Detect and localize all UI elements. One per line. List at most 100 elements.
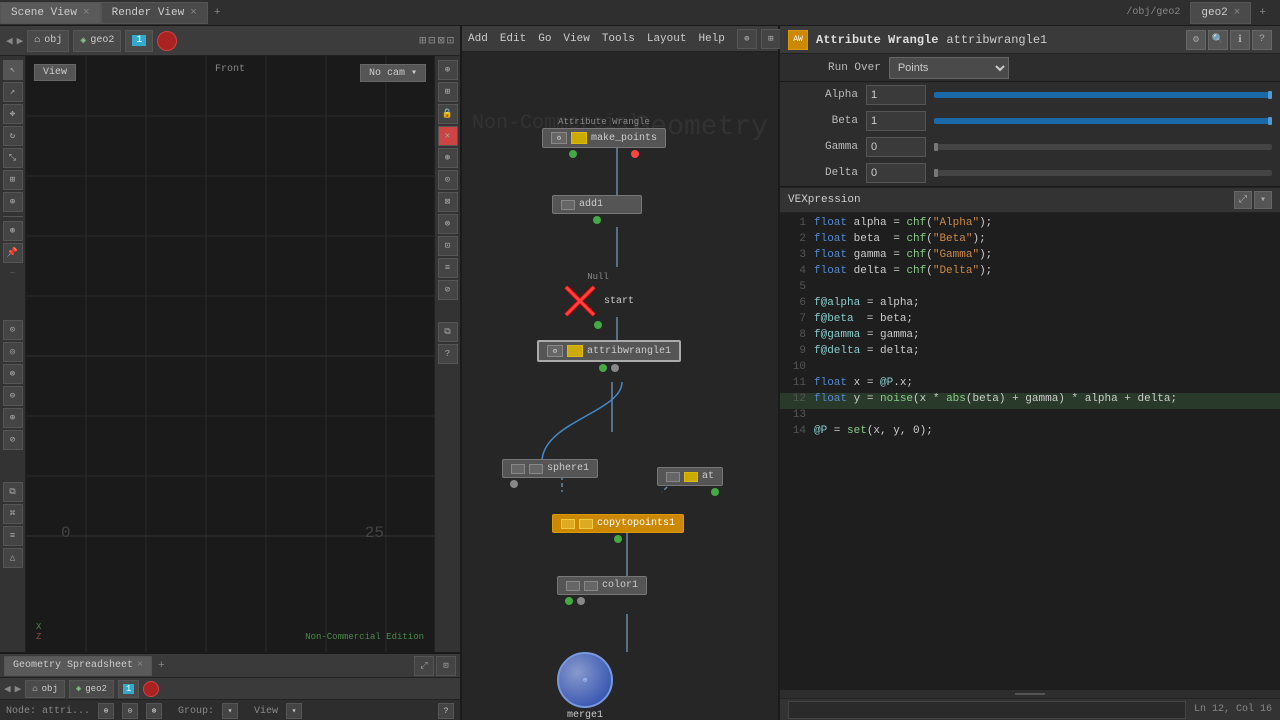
scene-view-tab-close[interactable]: × — [83, 7, 90, 19]
network-tab[interactable]: geo2 × — [1190, 2, 1251, 24]
view-menu[interactable]: View — [563, 33, 589, 45]
view-select-btn[interactable]: ▾ — [286, 703, 302, 719]
vex-dropdown-btn[interactable]: ▾ — [1254, 191, 1272, 209]
bottom-nav-back[interactable]: ◀ — [4, 682, 11, 696]
tool-vis3[interactable]: ⊗ — [3, 364, 23, 384]
bottom-record[interactable] — [143, 681, 159, 697]
gamma-slider[interactable] — [934, 144, 1272, 150]
right-tool-10[interactable]: ≡ — [438, 258, 458, 278]
view-button[interactable]: View — [34, 64, 76, 81]
delta-input[interactable] — [866, 163, 926, 183]
geo-spreadsheet-close[interactable]: × — [137, 660, 143, 671]
net-icon-2[interactable]: ⊞ — [761, 29, 781, 49]
right-tool-3[interactable]: 🔒 — [438, 104, 458, 124]
alpha-slider[interactable] — [934, 92, 1272, 98]
delta-slider[interactable] — [934, 170, 1272, 176]
tool-vis2[interactable]: ◎ — [3, 342, 23, 362]
obj-path[interactable]: ⌂ obj — [27, 30, 69, 52]
bottom-tab-add[interactable]: + — [154, 660, 169, 672]
tool-vis9[interactable]: ≡ — [3, 526, 23, 546]
tool-move[interactable]: ✥ — [3, 104, 23, 124]
vex-editor[interactable]: 1 float alpha = chf("Alpha"); 2 float be… — [780, 213, 1280, 690]
display-icons[interactable]: ⊞ ⊟ ⊠ ⊡ — [419, 33, 454, 48]
beta-input[interactable] — [866, 111, 926, 131]
tool-snap[interactable]: ⊛ — [3, 221, 23, 241]
help-menu[interactable]: Help — [698, 33, 724, 45]
right-tool-13[interactable]: ? — [438, 344, 458, 364]
tool-transform[interactable]: ⊞ — [3, 170, 23, 190]
tool-scale[interactable]: ⤡ — [3, 148, 23, 168]
tool-vis5[interactable]: ⊕ — [3, 408, 23, 428]
tool-vis4[interactable]: ⊖ — [3, 386, 23, 406]
aw-help-btn[interactable]: ? — [1252, 30, 1272, 50]
node-icon3[interactable]: ⊛ — [146, 703, 162, 719]
tool-vis1[interactable]: ⊙ — [3, 320, 23, 340]
gamma-input[interactable] — [866, 137, 926, 157]
tool-rotate[interactable]: ↻ — [3, 126, 23, 146]
network-path: /obj/geo2 — [1118, 7, 1188, 18]
right-tool-8[interactable]: ⊗ — [438, 214, 458, 234]
edit-menu[interactable]: Edit — [500, 33, 526, 45]
tool-vis7[interactable]: ⧉ — [3, 482, 23, 502]
record-btn[interactable] — [157, 31, 177, 51]
group-filter-btn[interactable]: ▾ — [222, 703, 238, 719]
node-start[interactable]: Null start — [562, 272, 634, 329]
right-tool-5[interactable]: ⊛ — [438, 148, 458, 168]
vex-expand-btn[interactable]: ⤢ — [1234, 191, 1252, 209]
tool-vis10[interactable]: △ — [3, 548, 23, 568]
bottom-expand-btn[interactable]: ⤢ — [414, 656, 434, 676]
tool-pin[interactable]: 📌 — [3, 243, 23, 263]
right-tool-2[interactable]: ⊞ — [438, 82, 458, 102]
geo-spreadsheet-tab[interactable]: Geometry Spreadsheet × — [4, 656, 152, 676]
right-tool-12[interactable]: ⧉ — [438, 322, 458, 342]
right-tool-1[interactable]: ⊕ — [438, 60, 458, 80]
tool-pivot[interactable]: ⊕ — [3, 192, 23, 212]
render-view-tab-close[interactable]: × — [190, 7, 197, 19]
tab-add-button[interactable]: + — [208, 5, 227, 21]
aw-info-btn[interactable]: ℹ — [1230, 30, 1250, 50]
render-view-tab[interactable]: Render View × — [101, 2, 208, 24]
bottom-float-btn[interactable]: ⊡ — [436, 656, 456, 676]
network-tab-add[interactable]: + — [1253, 5, 1272, 21]
bottom-help[interactable]: ? — [438, 703, 454, 719]
right-tool-11[interactable]: ⊘ — [438, 280, 458, 300]
cam-button[interactable]: No cam ▾ — [360, 64, 426, 82]
tool-vis8[interactable]: ⌘ — [3, 504, 23, 524]
geo-path[interactable]: ◈ geo2 — [73, 30, 121, 52]
tool-select2[interactable]: ↗ — [3, 82, 23, 102]
tool-select[interactable]: ↖ — [3, 60, 23, 80]
beta-slider[interactable] — [934, 118, 1272, 124]
aw-gear-btn[interactable]: ⚙ — [1186, 30, 1206, 50]
nav-back[interactable]: ◀ — [6, 34, 13, 48]
scene-view-tab[interactable]: Scene View × — [0, 2, 101, 24]
tools-menu[interactable]: Tools — [602, 33, 635, 45]
right-tool-7[interactable]: ⊠ — [438, 192, 458, 212]
bottom-geo-path[interactable]: ◈ geo2 — [69, 680, 114, 698]
layout-menu[interactable]: Layout — [647, 33, 687, 45]
node-icon1[interactable]: ⊕ — [98, 703, 114, 719]
run-over-select[interactable]: Points — [889, 57, 1009, 79]
node-make-points[interactable]: Attribute Wrangle ⚙ make_points — [542, 117, 666, 158]
net-icon-1[interactable]: ⊕ — [737, 29, 757, 49]
node-icon2[interactable]: ⊙ — [122, 703, 138, 719]
aw-search-btn[interactable]: 🔍 — [1208, 30, 1228, 50]
right-tool-4[interactable]: ✕ — [438, 126, 458, 146]
add-menu[interactable]: Add — [468, 33, 488, 45]
node-at[interactable]: at — [657, 467, 723, 496]
node-attribwrangle1[interactable]: ⚙ attribwrangle1 — [537, 340, 681, 372]
right-tool-9[interactable]: ⊡ — [438, 236, 458, 256]
bottom-obj-path[interactable]: ⌂ obj — [25, 680, 65, 698]
tool-vis6[interactable]: ⊘ — [3, 430, 23, 450]
right-tool-6[interactable]: ⊙ — [438, 170, 458, 190]
node-sphere1[interactable]: sphere1 — [502, 459, 598, 488]
node-copytopoints1[interactable]: copytopoints1 — [552, 514, 684, 543]
vex-line-7: 7 f@beta = beta; — [780, 313, 1280, 329]
vex-cmd-input[interactable] — [788, 701, 1186, 719]
go-menu[interactable]: Go — [538, 33, 551, 45]
node-merge1[interactable]: ⊕ merge1 — [557, 652, 613, 720]
bottom-nav-forward[interactable]: ▶ — [15, 682, 22, 696]
nav-forward[interactable]: ▶ — [17, 34, 24, 48]
node-color1[interactable]: color1 — [557, 576, 647, 605]
node-add1[interactable]: add1 — [552, 195, 642, 224]
alpha-input[interactable] — [866, 85, 926, 105]
